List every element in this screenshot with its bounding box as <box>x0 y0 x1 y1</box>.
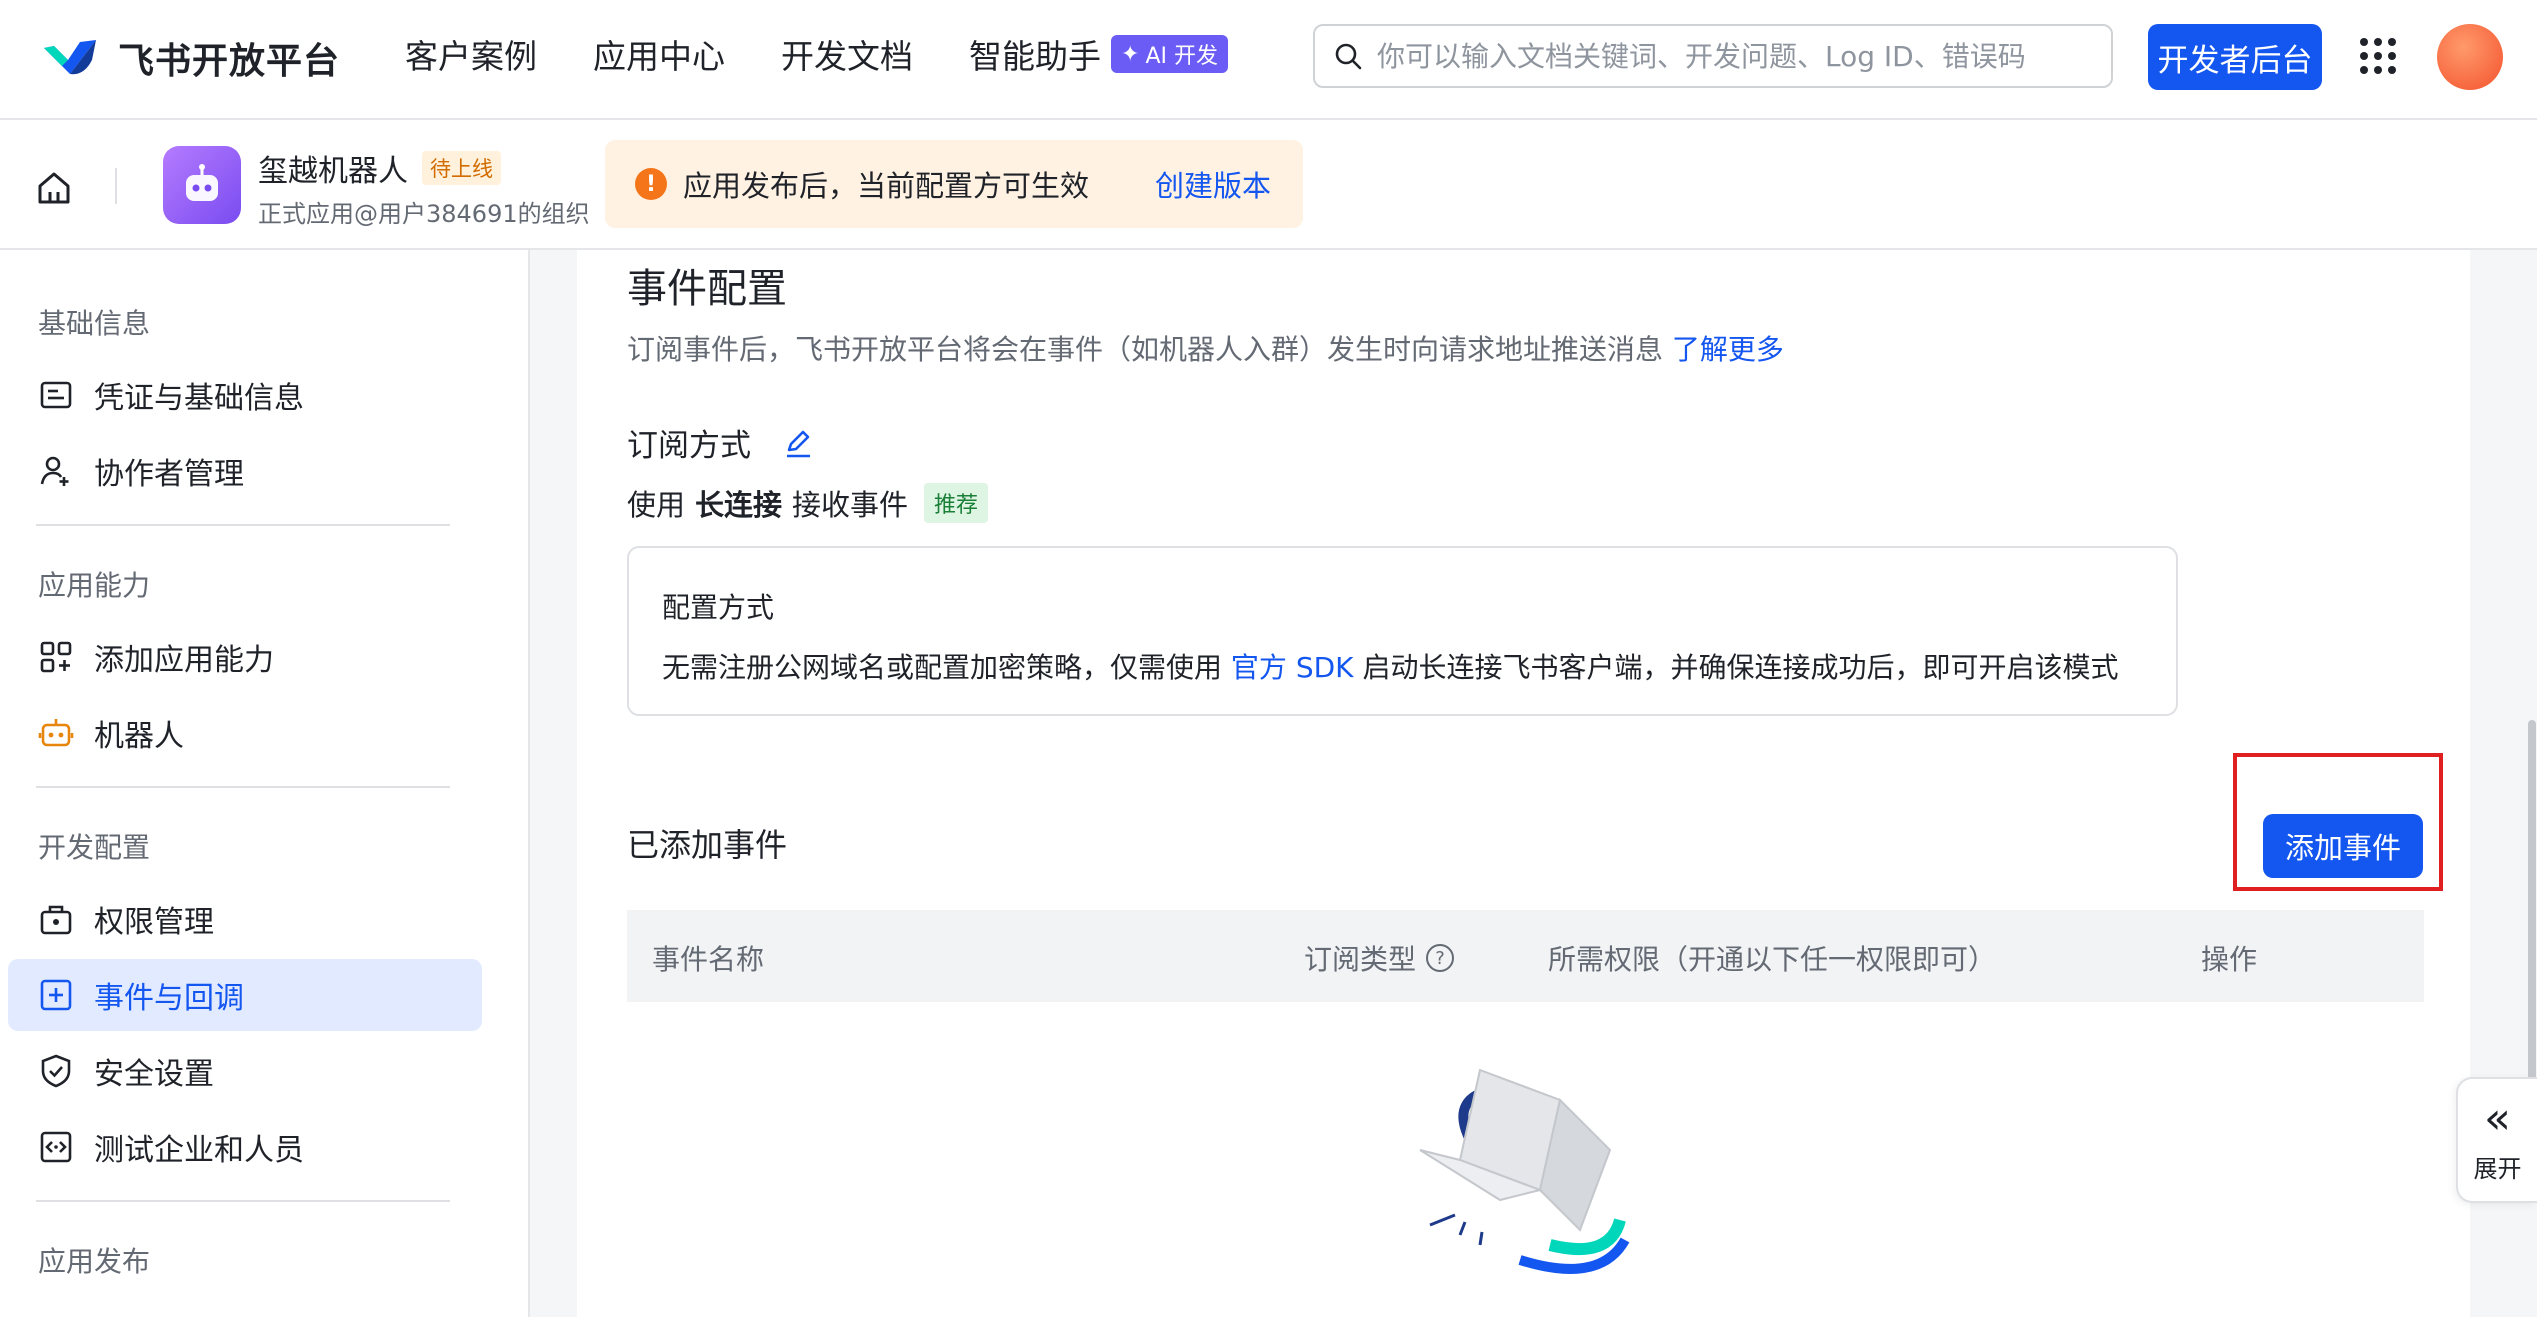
apps-grid-icon[interactable] <box>2360 38 2396 74</box>
nav-ai-assistant-label: 智能助手 <box>969 37 1101 76</box>
main-nav: 客户案例 应用中心 开发文档 智能助手 ✦ AI 开发 <box>405 30 1228 78</box>
ai-dev-badge: ✦ AI 开发 <box>1111 35 1228 73</box>
use-prefix: 使用 <box>627 488 686 522</box>
learn-more-link[interactable]: 了解更多 <box>1672 333 1784 366</box>
page-title: 事件配置 <box>627 266 787 312</box>
sidebar-item-label: 协作者管理 <box>94 457 244 492</box>
sidebar-item-test-users[interactable]: 测试企业和人员 <box>8 1111 482 1183</box>
shield-icon <box>41 1054 71 1088</box>
edit-icon[interactable] <box>781 426 815 460</box>
scrollbar-thumb[interactable] <box>2528 720 2536 1080</box>
publish-notice: ! 应用发布后，当前配置方可生效 创建版本 <box>605 140 1303 228</box>
recommend-badge: 推荐 <box>924 483 989 523</box>
expand-label: 展开 <box>2473 1154 2522 1183</box>
sidebar-item-label: 凭证与基础信息 <box>94 381 304 416</box>
col-subscription-type-label: 订阅类型 <box>1304 943 1417 976</box>
sparkle-icon: ✦ <box>1121 41 1140 67</box>
sidebar-item-label: 添加应用能力 <box>94 643 274 678</box>
robot-avatar-icon <box>186 164 218 201</box>
empty-box-illustration <box>1419 1068 1630 1274</box>
home-icon[interactable] <box>34 168 74 208</box>
status-badge: 待上线 <box>422 151 501 185</box>
robot-icon <box>38 719 74 747</box>
create-version-link[interactable]: 创建版本 <box>1155 163 1271 205</box>
nav-app-center[interactable]: 应用中心 <box>593 30 725 78</box>
sidebar-item-label: 测试企业和人员 <box>94 1133 304 1168</box>
official-sdk-link[interactable]: 官方 SDK <box>1231 651 1354 684</box>
divider <box>36 524 450 526</box>
divider <box>36 786 450 788</box>
col-actions: 操作 <box>2201 943 2258 976</box>
description-text: 订阅事件后，飞书开放平台将会在事件（如机器人入群）发生时向请求地址推送消息 <box>627 333 1664 366</box>
subscribe-method-value: 使用 长连接 接收事件 推荐 <box>627 482 989 524</box>
sidebar-item-events-callbacks[interactable]: 事件与回调 <box>8 959 482 1031</box>
divider <box>115 168 117 204</box>
add-event-button[interactable]: 添加事件 <box>2263 814 2423 878</box>
sidebar-group-capabilities: 应用能力 <box>38 569 151 602</box>
app-title: 玺越机器人 待上线 <box>258 146 501 190</box>
sidebar-item-robot[interactable]: 机器人 <box>8 697 482 769</box>
expand-panel-button[interactable]: « 展开 <box>2456 1077 2537 1203</box>
collaborator-icon <box>40 456 69 486</box>
search-box[interactable] <box>1313 24 2113 88</box>
config-method-box: 配置方式 无需注册公网域名或配置加密策略，仅需使用 官方 SDK 启动长连接飞书… <box>627 546 2178 716</box>
app-org: 正式应用@用户384691的组织 <box>258 200 590 228</box>
sidebar-group-release: 应用发布 <box>38 1245 151 1278</box>
long-connection-label: 长连接 <box>695 488 783 522</box>
notice-text: 应用发布后，当前配置方可生效 <box>683 169 1090 203</box>
app-header: 玺越机器人 待上线 正式应用@用户384691的组织 ! 应用发布后，当前配置方… <box>0 120 2537 250</box>
credential-icon <box>40 381 72 409</box>
col-subscription-type: 订阅类型 ? <box>1304 938 1455 978</box>
use-suffix: 接收事件 <box>792 488 909 522</box>
nav-dev-docs[interactable]: 开发文档 <box>781 30 913 78</box>
sidebar-item-security[interactable]: 安全设置 <box>8 1035 482 1107</box>
subscribe-method-title: 订阅方式 <box>627 428 751 464</box>
test-icon <box>40 1131 72 1163</box>
config-method-title: 配置方式 <box>662 591 775 624</box>
sidebar-item-permissions[interactable]: 权限管理 <box>8 883 482 955</box>
nav-ai-assistant[interactable]: 智能助手 ✦ AI 开发 <box>969 30 1228 78</box>
search-icon <box>1335 43 1362 70</box>
sidebar-item-label: 安全设置 <box>94 1057 214 1092</box>
double-chevron-left-icon: « <box>2484 1092 2511 1144</box>
config-text-before: 无需注册公网域名或配置加密策略，仅需使用 <box>662 651 1223 684</box>
feishu-logo-icon <box>44 40 96 75</box>
sidebar-item-credentials[interactable]: 凭证与基础信息 <box>8 359 482 431</box>
add-capability-icon <box>40 641 72 673</box>
config-method-text: 无需注册公网域名或配置加密策略，仅需使用 官方 SDK 启动长连接飞书客户端，并… <box>662 646 2118 686</box>
sidebar-item-label: 机器人 <box>94 719 184 754</box>
col-required-permissions: 所需权限（开通以下任一权限即可） <box>1548 943 1997 976</box>
user-avatar[interactable] <box>2437 24 2503 90</box>
subscribe-method-heading: 订阅方式 <box>627 420 815 465</box>
developer-console-button[interactable]: 开发者后台 <box>2148 24 2322 90</box>
sidebar-item-label: 事件与回调 <box>94 981 244 1016</box>
added-events-title: 已添加事件 <box>627 826 788 864</box>
events-table-header: 事件名称 订阅类型 ? 所需权限（开通以下任一权限即可） 操作 <box>627 910 2424 1002</box>
brand-name: 飞书开放平台 <box>118 41 341 82</box>
sidebar-group-dev-config: 开发配置 <box>38 831 151 864</box>
search-input[interactable] <box>1377 39 2093 73</box>
page-description: 订阅事件后，飞书开放平台将会在事件（如机器人入群）发生时向请求地址推送消息 了解… <box>627 328 1784 368</box>
nav-customer-cases[interactable]: 客户案例 <box>405 30 537 78</box>
ai-dev-badge-label: AI 开发 <box>1145 44 1218 69</box>
col-event-name: 事件名称 <box>652 943 765 976</box>
sidebar-item-label: 权限管理 <box>94 905 214 940</box>
help-icon[interactable]: ? <box>1426 944 1455 972</box>
app-avatar <box>163 146 241 224</box>
warning-icon: ! <box>635 168 667 200</box>
brand[interactable]: 飞书开放平台 <box>40 30 340 86</box>
sidebar-group-basic: 基础信息 <box>38 307 151 340</box>
divider <box>36 1200 450 1202</box>
sidebar: 基础信息 凭证与基础信息 协作者管理 应用能力 添加应用能力 机器人 开发配置 … <box>0 250 530 1317</box>
sidebar-item-collaborators[interactable]: 协作者管理 <box>8 435 482 507</box>
permission-icon <box>40 905 72 935</box>
top-navbar: 飞书开放平台 客户案例 应用中心 开发文档 智能助手 ✦AI 开发 开发者后台 <box>0 0 2537 120</box>
app-name: 玺越机器人 <box>258 154 408 189</box>
config-text-after: 启动长连接飞书客户端，并确保连接成功后，即可开启该模式 <box>1362 651 2119 684</box>
event-icon <box>40 979 72 1011</box>
sidebar-item-add-capability[interactable]: 添加应用能力 <box>8 621 482 693</box>
